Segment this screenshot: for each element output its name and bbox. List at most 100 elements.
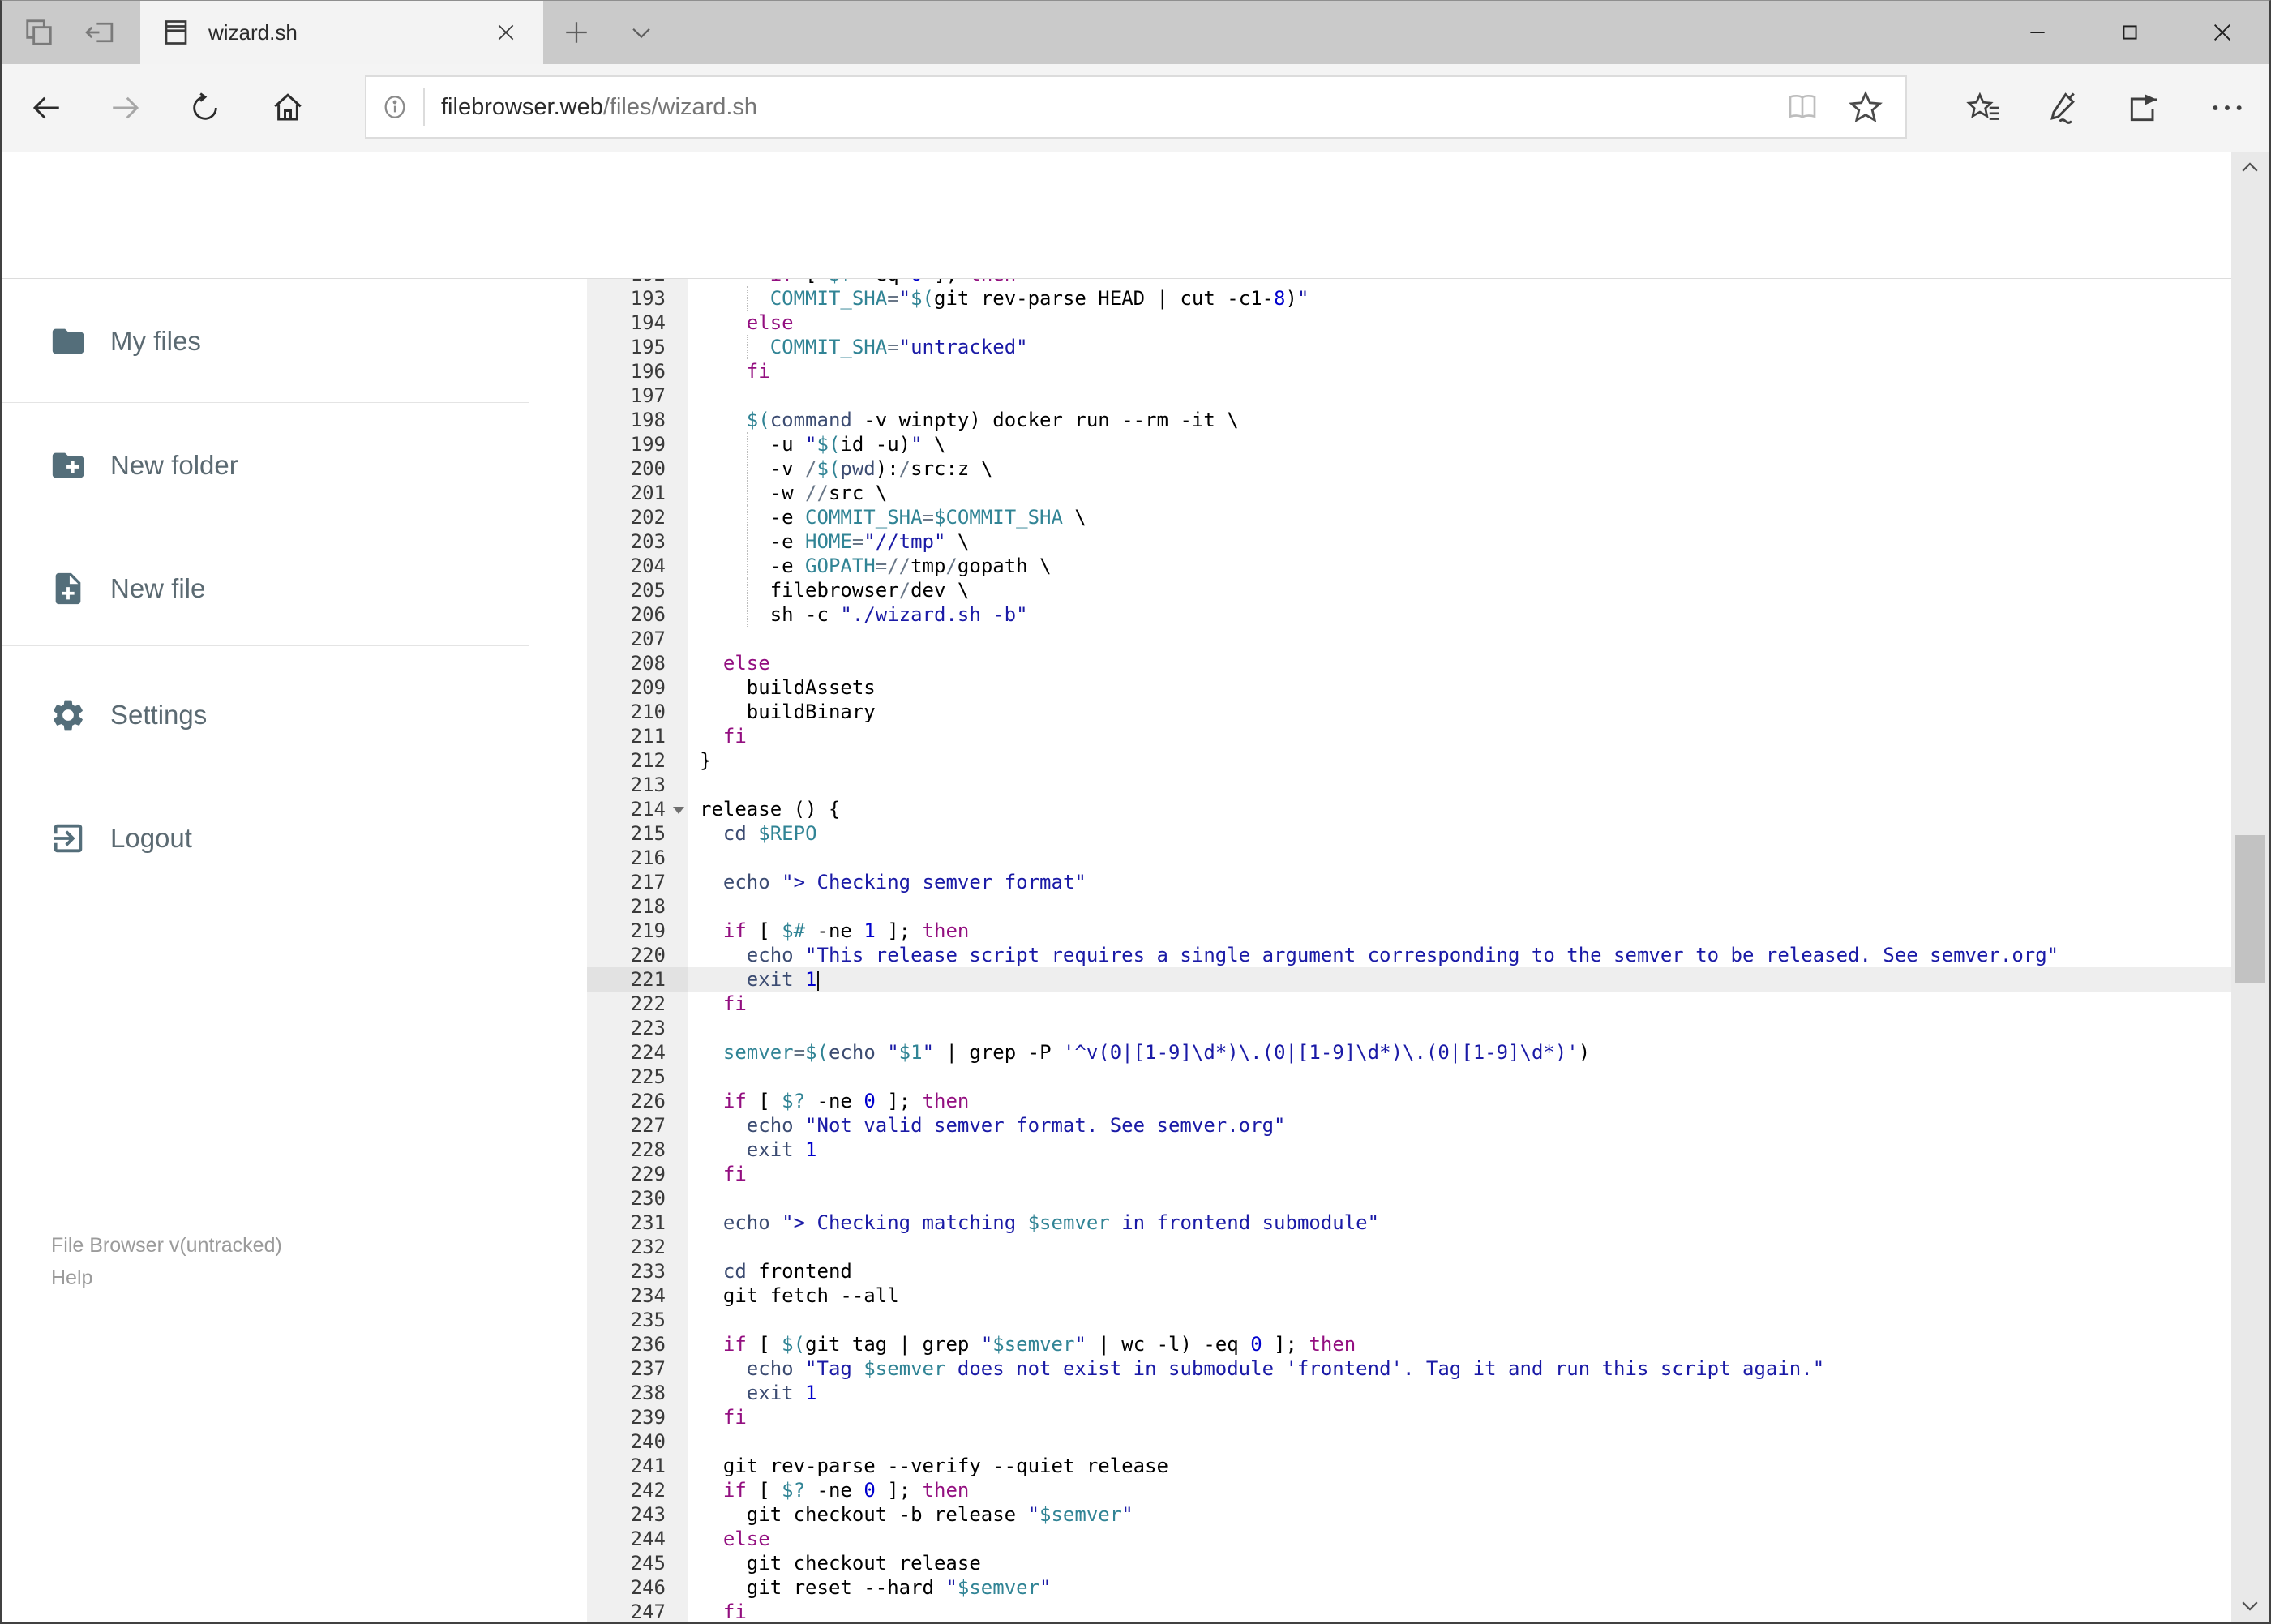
maximize-icon[interactable] <box>2084 1 2176 64</box>
code-line[interactable]: 209 buildAssets <box>572 675 2234 700</box>
code-line[interactable]: 196 fi <box>572 359 2234 384</box>
sidebar-item-settings[interactable]: Settings <box>2 676 572 754</box>
code-line[interactable]: 244 else <box>572 1527 2234 1551</box>
page-scrollbar[interactable] <box>2231 152 2269 1622</box>
tab-list-chevron-icon[interactable] <box>620 12 662 53</box>
code-line[interactable]: 240 <box>572 1429 2234 1454</box>
code-line[interactable]: 207 <box>572 627 2234 651</box>
line-number: 246 <box>587 1575 688 1600</box>
code-line[interactable]: 231 echo "> Checking matching $semver in… <box>572 1211 2234 1235</box>
sidebar-item-new-file[interactable]: New file <box>2 550 572 628</box>
code-line[interactable]: 208 else <box>572 651 2234 675</box>
code-line[interactable]: 204 -e GOPATH=//tmp/gopath \ <box>572 554 2234 578</box>
scroll-up-icon[interactable] <box>2231 152 2269 184</box>
gutter-margin <box>572 529 587 554</box>
code-line[interactable]: 224 semver=$(echo "$1" | grep -P '^v(0|[… <box>572 1040 2234 1065</box>
code-line[interactable]: 193 COMMIT_SHA="$(git rev-parse HEAD | c… <box>572 286 2234 311</box>
code-line[interactable]: 228 exit 1 <box>572 1138 2234 1162</box>
code-line[interactable]: 213 <box>572 773 2234 797</box>
home-icon[interactable] <box>265 85 311 131</box>
minimize-icon[interactable] <box>1991 1 2084 64</box>
address-bar[interactable]: filebrowser.web/files/wizard.sh <box>365 75 1907 139</box>
code-line[interactable]: 205 filebrowser/dev \ <box>572 578 2234 602</box>
favorite-star-icon[interactable] <box>1834 79 1897 135</box>
code-line[interactable]: 234 git fetch --all <box>572 1283 2234 1308</box>
code-line[interactable]: 220 echo "This release script requires a… <box>572 943 2234 967</box>
hub-icon[interactable] <box>1961 85 2007 131</box>
code-line[interactable]: 239 fi <box>572 1405 2234 1429</box>
code-line[interactable]: 218 <box>572 894 2234 919</box>
line-number: 213 <box>587 773 688 797</box>
code-line[interactable]: 200 -v /$(pwd):/src:z \ <box>572 456 2234 481</box>
code-line[interactable]: 227 echo "Not valid semver format. See s… <box>572 1113 2234 1138</box>
line-number: 222 <box>587 992 688 1016</box>
new-tab-icon[interactable] <box>555 12 598 53</box>
code-line[interactable]: 192 if [ $? -eq 0 ]; then <box>572 279 2234 286</box>
close-icon[interactable] <box>2176 1 2269 64</box>
code-line[interactable]: 229 fi <box>572 1162 2234 1186</box>
code-line[interactable]: 198 $(command -v winpty) docker run --rm… <box>572 408 2234 432</box>
reading-view-icon[interactable] <box>1771 79 1834 135</box>
code-line[interactable]: 235 <box>572 1308 2234 1332</box>
scrollbar-thumb[interactable] <box>2235 835 2265 983</box>
code-line[interactable]: 201 -w //src \ <box>572 481 2234 505</box>
code-line[interactable]: 211 fi <box>572 724 2234 748</box>
code-line[interactable]: 243 git checkout -b release "$semver" <box>572 1502 2234 1527</box>
sidebar-item-new-folder[interactable]: New folder <box>2 426 572 504</box>
code-line[interactable]: 221 exit 1 <box>572 967 2234 992</box>
code-line[interactable]: 214 release () { <box>572 797 2234 821</box>
fold-toggle-icon[interactable] <box>673 807 684 814</box>
sidebar-item-my-files[interactable]: My files <box>2 302 572 380</box>
code-line[interactable]: 203 -e HOME="//tmp" \ <box>572 529 2234 554</box>
code-line[interactable]: 197 <box>572 384 2234 408</box>
code-line[interactable]: 225 <box>572 1065 2234 1089</box>
set-tabs-aside-icon[interactable] <box>79 12 122 53</box>
tab-preview-icon[interactable] <box>17 12 61 53</box>
code-line[interactable]: 238 exit 1 <box>572 1381 2234 1405</box>
code-line[interactable]: 232 <box>572 1235 2234 1259</box>
annotate-pen-icon[interactable] <box>2040 85 2085 131</box>
code-line[interactable]: 212} <box>572 748 2234 773</box>
code-line[interactable]: 195 COMMIT_SHA="untracked" <box>572 335 2234 359</box>
code-line[interactable]: 226 if [ $? -ne 0 ]; then <box>572 1089 2234 1113</box>
code-line[interactable]: 241 git rev-parse --verify --quiet relea… <box>572 1454 2234 1478</box>
site-info-icon[interactable] <box>366 93 423 121</box>
scroll-down-icon[interactable] <box>2231 1589 2269 1622</box>
code-line[interactable]: 202 -e COMMIT_SHA=$COMMIT_SHA \ <box>572 505 2234 529</box>
back-icon[interactable] <box>24 85 69 131</box>
gutter-margin <box>572 311 587 335</box>
code-line[interactable]: 246 git reset --hard "$semver" <box>572 1575 2234 1600</box>
code-line[interactable]: 247 fi <box>572 1600 2234 1622</box>
code-line[interactable]: 242 if [ $? -ne 0 ]; then <box>572 1478 2234 1502</box>
gutter-margin <box>572 1356 587 1381</box>
gutter-margin <box>572 1283 587 1308</box>
code-line[interactable]: 206 sh -c "./wizard.sh -b" <box>572 602 2234 627</box>
code-line[interactable]: 237 echo "Tag $semver does not exist in … <box>572 1356 2234 1381</box>
forward-icon[interactable] <box>103 85 148 131</box>
code-line[interactable]: 215 cd $REPO <box>572 821 2234 846</box>
share-icon[interactable] <box>2121 85 2166 131</box>
sidebar-item-logout[interactable]: Logout <box>2 799 572 877</box>
gutter-margin <box>572 1138 587 1162</box>
code-line[interactable]: 236 if [ $(git tag | grep "$semver" | wc… <box>572 1332 2234 1356</box>
help-link[interactable]: Help <box>51 1266 92 1290</box>
code-line[interactable]: 233 cd frontend <box>572 1259 2234 1283</box>
code-line[interactable]: 194 else <box>572 311 2234 335</box>
code-line[interactable]: 217 echo "> Checking semver format" <box>572 870 2234 894</box>
code-line[interactable]: 219 if [ $# -ne 1 ]; then <box>572 919 2234 943</box>
url-text[interactable]: filebrowser.web/files/wizard.sh <box>441 94 1771 121</box>
code-line[interactable]: 199 -u "$(id -u)" \ <box>572 432 2234 456</box>
gutter-margin <box>572 846 587 870</box>
ellipsis-icon[interactable] <box>2205 85 2250 131</box>
refresh-icon[interactable] <box>182 85 228 131</box>
code-line[interactable]: 230 <box>572 1186 2234 1211</box>
code-line[interactable]: 222 fi <box>572 992 2234 1016</box>
code-text: -w //src \ <box>688 481 2234 505</box>
code-line[interactable]: 210 buildBinary <box>572 700 2234 724</box>
browser-tab[interactable]: wizard.sh <box>140 1 543 64</box>
code-line[interactable]: 245 git checkout release <box>572 1551 2234 1575</box>
code-line[interactable]: 223 <box>572 1016 2234 1040</box>
code-line[interactable]: 216 <box>572 846 2234 870</box>
code-editor[interactable]: 192 if [ $? -eq 0 ]; then193 COMMIT_SHA=… <box>572 279 2234 1622</box>
close-tab-icon[interactable] <box>488 15 524 50</box>
